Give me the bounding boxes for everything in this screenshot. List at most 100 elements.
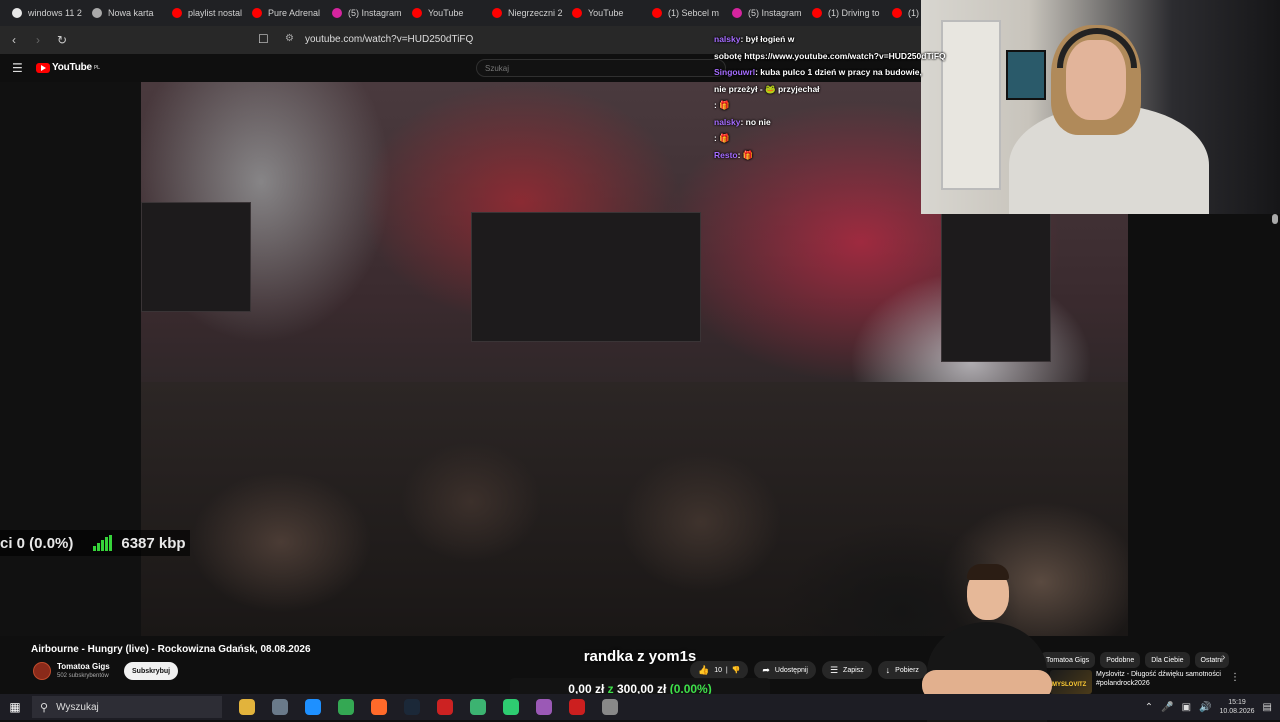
signal-bars-icon: [93, 535, 113, 551]
bookmark-icon[interactable]: ☐: [258, 32, 269, 46]
chat-username[interactable]: Resto: [714, 150, 738, 160]
tab-favicon-icon: [732, 8, 742, 18]
tab-label: YouTube: [428, 8, 464, 18]
chat-username[interactable]: nalsky: [714, 117, 740, 127]
microphone-icon[interactable]: 🎤: [1161, 702, 1173, 713]
tab-favicon-icon: [492, 8, 502, 18]
youtube-logo[interactable]: YouTube PL: [36, 62, 100, 73]
share-button[interactable]: ➦ Udostępnij: [754, 661, 816, 679]
chat-username[interactable]: nalsky: [714, 34, 740, 44]
tab-favicon-icon: [12, 8, 22, 18]
site-info-icon[interactable]: ⚙: [285, 33, 294, 44]
tray-chevron-icon[interactable]: ⌃: [1145, 702, 1153, 713]
app-glyph-icon: [601, 699, 618, 715]
filter-chip[interactable]: Podobne: [1100, 652, 1141, 668]
tab-favicon-icon: [332, 8, 342, 18]
app-glyph-icon: [502, 699, 519, 715]
filter-chip[interactable]: Dla Ciebie: [1145, 652, 1190, 668]
app-glyph-icon: [535, 699, 552, 715]
app-glyph-icon: [436, 699, 453, 715]
browser-tab[interactable]: (5) Instagram: [324, 0, 404, 26]
channel-avatar[interactable]: [33, 662, 51, 680]
forward-icon[interactable]: ›: [28, 33, 48, 47]
recommendation-chips: Tomatoa Gigs Podobne Dla Ciebie Ostatni: [1040, 652, 1229, 668]
taskbar-app-icon[interactable]: [296, 694, 329, 720]
taskbar-app-icon[interactable]: [494, 694, 527, 720]
rec-thumbnail[interactable]: MYSLOVITZ: [1050, 670, 1092, 694]
app-glyph-icon: [238, 699, 255, 715]
browser-tab[interactable]: (5) Instagram: [724, 0, 804, 26]
taskbar-search[interactable]: ⚲ Wyszukaj: [32, 696, 222, 718]
tab-label: playlist nostal: [188, 8, 243, 18]
clock[interactable]: 15:19 10.08.2026: [1220, 698, 1255, 716]
channel-name[interactable]: Tomatoa Gigs: [57, 662, 110, 671]
tab-favicon-icon: [652, 8, 662, 18]
tab-label: Niegrzeczni 2: [508, 8, 563, 18]
browser-tab[interactable]: windows 11 2: [4, 0, 84, 26]
chat-text: : był łogień w: [740, 34, 795, 44]
app-glyph-icon: [271, 699, 288, 715]
chat-text: sobotę https://www.youtube.com/watch?v=H…: [714, 50, 946, 61]
browser-tab[interactable]: playlist nostal: [164, 0, 244, 26]
download-button[interactable]: ↓ Pobierz: [877, 661, 927, 679]
amp-stack-center: [471, 212, 701, 342]
back-icon[interactable]: ‹: [4, 33, 24, 47]
taskbar-app-icon[interactable]: [593, 694, 626, 720]
notifications-icon[interactable]: ▤: [1263, 702, 1272, 713]
tab-favicon-icon: [412, 8, 422, 18]
taskbar-app-icon[interactable]: [329, 694, 362, 720]
taskbar-app-icon[interactable]: [461, 694, 494, 720]
taskbar-search-placeholder: Wyszukaj: [56, 701, 99, 713]
browser-tab[interactable]: YouTube: [404, 0, 484, 26]
browser-tab[interactable]: (1) Driving to: [804, 0, 884, 26]
tab-favicon-icon: [892, 8, 902, 18]
taskbar-apps: [230, 694, 626, 720]
browser-tab[interactable]: Niegrzeczni 2: [484, 0, 564, 26]
thumbs-down-icon[interactable]: 👎: [732, 666, 741, 674]
tab-label: Pure Adrenal: [268, 8, 321, 18]
rec-title[interactable]: Myslovitz - Długość dźwięku samotności #…: [1096, 670, 1246, 688]
tab-label: (5) Instagram: [348, 8, 402, 18]
chat-message: sobotę https://www.youtube.com/watch?v=H…: [714, 48, 954, 65]
taskbar-app-icon[interactable]: [263, 694, 296, 720]
volume-icon[interactable]: 🔊: [1199, 702, 1211, 713]
windows-taskbar: ▦ ⚲ Wyszukaj ⌃ 🎤 ▣ 🔊 15:19 10.08.2026 ▤: [0, 694, 1280, 720]
page-scrollbar[interactable]: [1272, 214, 1278, 224]
clock-date: 10.08.2026: [1219, 708, 1255, 715]
share-icon: ➦: [762, 664, 770, 675]
taskbar-app-icon[interactable]: [527, 694, 560, 720]
taskbar-app-icon[interactable]: [362, 694, 395, 720]
browser-tab[interactable]: (1) Sebcel m: [644, 0, 724, 26]
chat-username[interactable]: Singouwrl: [714, 67, 755, 77]
chat-overlay: nalsky: był łogień w sobotę https://www.y…: [714, 31, 954, 163]
app-glyph-icon: [370, 699, 387, 715]
url-field[interactable]: youtube.com/watch?v=HUD250dTiFQ: [305, 34, 473, 45]
browser-tab[interactable]: YouTube: [564, 0, 644, 26]
hamburger-menu-icon[interactable]: ☰: [12, 61, 23, 75]
app-glyph-icon: [337, 699, 354, 715]
network-icon[interactable]: ▣: [1182, 702, 1191, 713]
subscribe-button[interactable]: Subskrybuj: [124, 662, 179, 680]
chat-message: Singouwrl: kuba pulco 1 dzień w pracy na…: [714, 64, 954, 81]
windows-start-icon[interactable]: ▦: [0, 700, 30, 714]
more-options-icon[interactable]: ⋮: [1230, 672, 1240, 683]
taskbar-app-icon[interactable]: [230, 694, 263, 720]
cutout-hair: [967, 564, 1009, 580]
clock-time: 15:19: [1228, 699, 1246, 706]
share-label: Udostępnij: [774, 666, 808, 674]
browser-tab[interactable]: Pure Adrenal: [244, 0, 324, 26]
taskbar-app-icon[interactable]: [395, 694, 428, 720]
chevron-right-icon[interactable]: ›: [1222, 652, 1225, 663]
save-label: Zapisz: [843, 666, 864, 674]
search-input[interactable]: Szukaj: [476, 59, 726, 77]
taskbar-app-icon[interactable]: [560, 694, 593, 720]
taskbar-app-icon[interactable]: [428, 694, 461, 720]
reload-icon[interactable]: ↻: [52, 33, 72, 47]
app-glyph-icon: [469, 699, 486, 715]
save-button[interactable]: ☰ Zapisz: [821, 661, 872, 679]
chat-text: : 🎁: [714, 133, 730, 143]
app-glyph-icon: [304, 699, 321, 715]
browser-tab[interactable]: Nowa karta: [84, 0, 164, 26]
tab-favicon-icon: [812, 8, 822, 18]
webcam-poster: [1006, 50, 1046, 100]
